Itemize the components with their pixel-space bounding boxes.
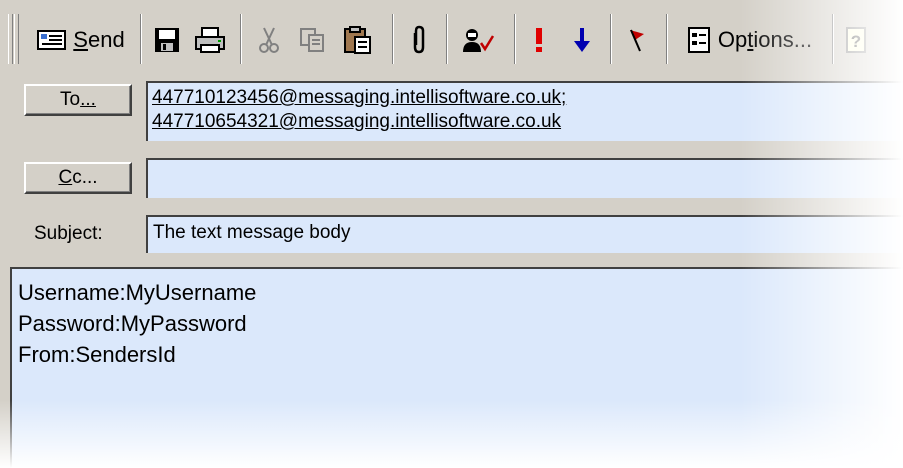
options-button[interactable]: Options... [676,18,822,62]
toolbar-separator [832,14,834,64]
subject-label: Subject: [34,223,103,244]
message-window: Send Options... ? To ... 447710123456@me… [0,0,903,468]
attach-button[interactable] [404,18,434,62]
cut-button[interactable] [252,18,286,62]
high-importance-icon [533,26,545,54]
svg-text:?: ? [851,32,861,51]
toolbar-separator [392,14,394,64]
paperclip-icon [410,25,428,55]
send-button[interactable]: Send [26,18,136,62]
cut-icon [257,26,281,54]
high-importance-button[interactable] [524,18,554,62]
help-button[interactable]: ? [838,18,874,62]
low-importance-icon [572,26,592,54]
print-button[interactable] [190,18,230,62]
standard-toolbar: Send Options... ? [6,10,886,68]
to-button-label: To [60,89,81,110]
low-importance-button[interactable] [566,18,598,62]
toolbar-grip[interactable] [8,14,13,64]
cc-field[interactable] [146,158,903,198]
cc-button-label: c... [72,167,98,188]
cc-value [148,165,153,186]
flag-button[interactable] [620,18,654,62]
paste-icon [343,25,373,55]
check-names-button[interactable] [456,18,500,62]
save-button[interactable] [148,18,186,62]
send-label: Send [73,27,125,52]
paste-button[interactable] [338,18,378,62]
subject-value: The text message body [153,222,351,243]
body-line: From:SendersId [18,342,176,367]
toolbar-separator [666,14,668,64]
print-icon [194,26,226,54]
toolbar-separator [610,14,612,64]
to-button[interactable]: To... [24,84,132,116]
subject-field[interactable]: The text message body [146,215,903,253]
toolbar-grip[interactable] [14,14,19,64]
flag-icon [627,27,647,53]
toolbar-separator [446,14,448,64]
body-line: Username:MyUsername [18,280,257,305]
cc-button[interactable]: Cc... [24,162,132,194]
to-recipient[interactable]: 447710123456@messaging.intellisoftware.c… [148,86,903,110]
cc-button-accel: C [58,167,73,188]
copy-icon [298,26,326,54]
envelope-icon [37,28,67,52]
options-icon [686,26,712,54]
toolbar-separator [240,14,242,64]
toolbar-separator [514,14,516,64]
help-icon: ? [844,26,868,54]
message-body[interactable]: Username:MyUsername Password:MyPassword … [10,267,903,468]
save-icon [153,26,181,54]
check-names-icon [461,26,495,54]
to-recipient[interactable]: 447710654321@messaging.intellisoftware.c… [148,110,903,134]
copy-button[interactable] [294,18,330,62]
toolbar-separator [140,14,142,64]
to-field[interactable]: 447710123456@messaging.intellisoftware.c… [146,81,903,141]
body-line: Password:MyPassword [18,311,247,336]
options-label: Options... [717,27,813,52]
to-button-accel: ... [80,89,96,110]
